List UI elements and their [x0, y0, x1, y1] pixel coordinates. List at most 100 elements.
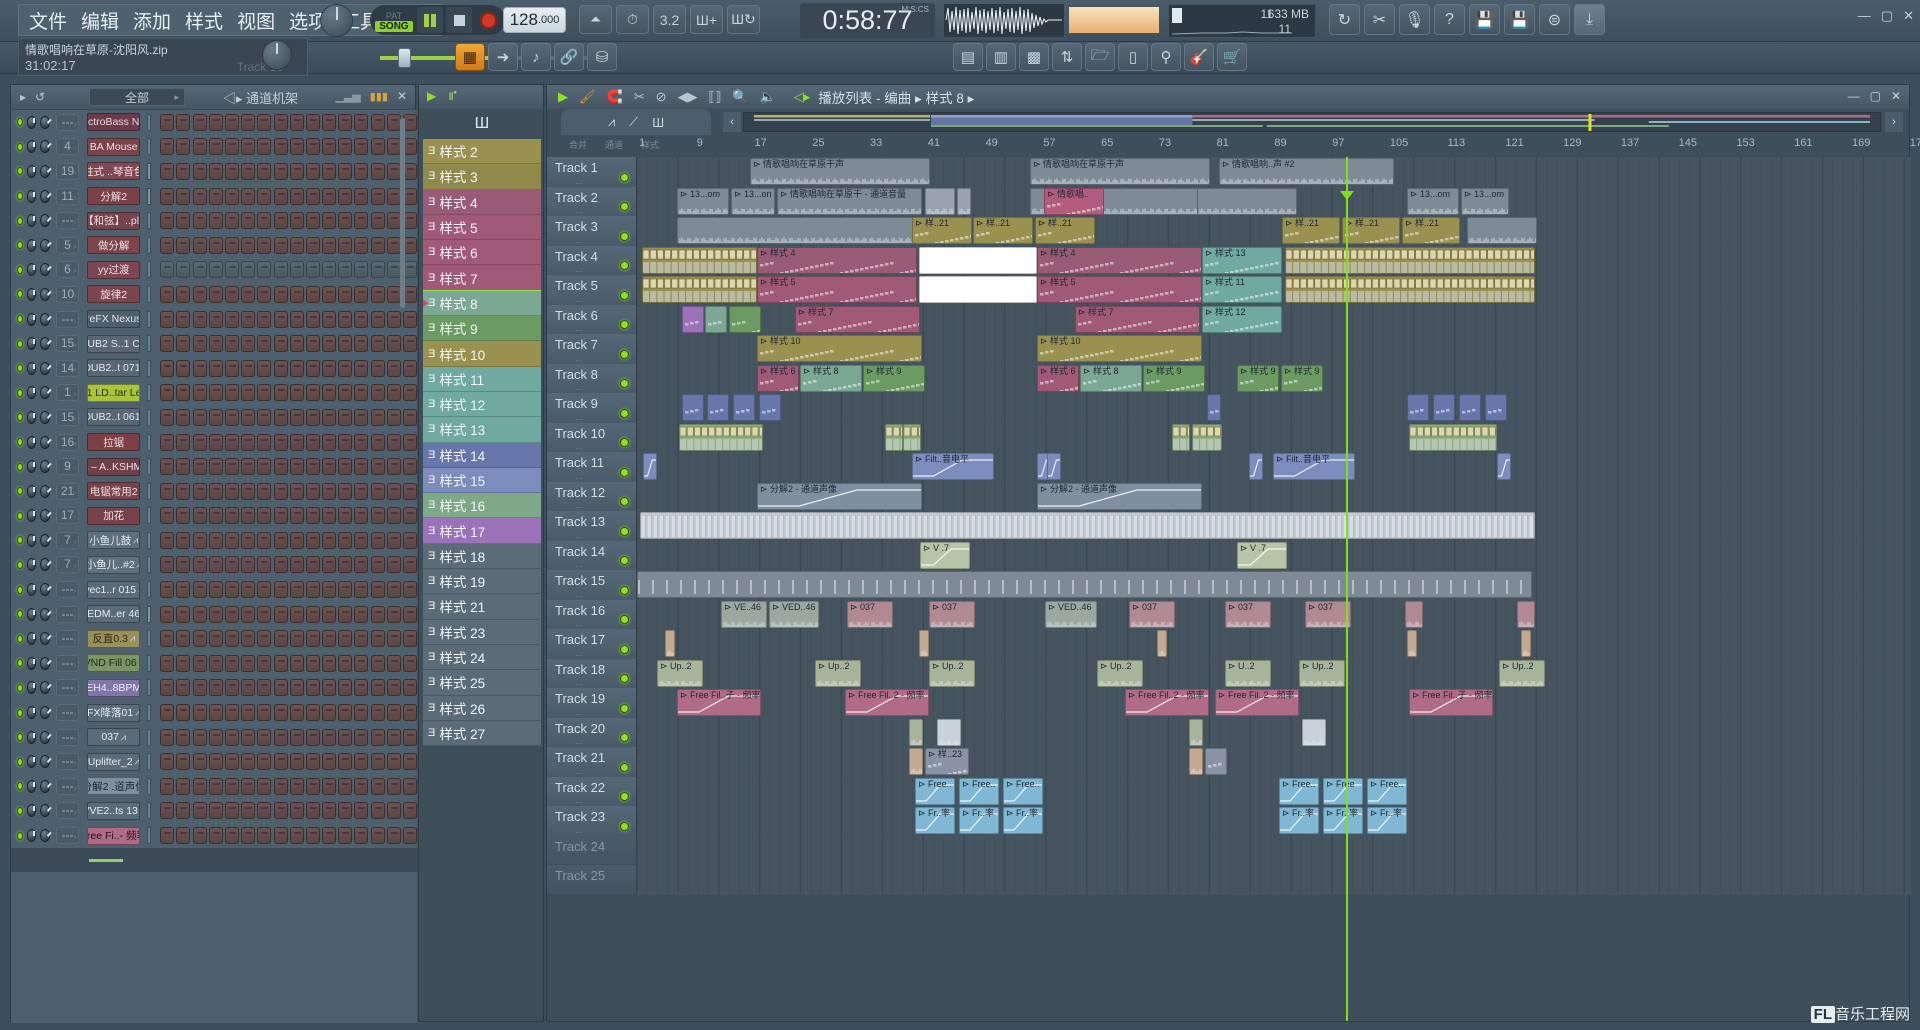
- step-button[interactable]: [176, 212, 191, 230]
- channel-volume-knob[interactable]: [40, 755, 52, 769]
- step-button[interactable]: [208, 138, 223, 156]
- track-header[interactable]: Track 9...: [547, 393, 637, 423]
- step-button[interactable]: [338, 408, 353, 426]
- pattern-list-item[interactable]: Ǝ 样式 16: [423, 493, 541, 519]
- step-button[interactable]: [403, 458, 417, 476]
- step-button[interactable]: [176, 654, 191, 672]
- channel-mixer-track[interactable]: 1 ›: [55, 384, 80, 402]
- channel-name-button[interactable]: BA Mouse: [87, 137, 141, 156]
- channel-name-button[interactable]: 分解2: [87, 187, 141, 206]
- step-button[interactable]: [176, 285, 191, 303]
- step-button[interactable]: [257, 679, 272, 697]
- step-button[interactable]: [305, 728, 320, 746]
- playlist-clip[interactable]: [1485, 394, 1507, 421]
- step-button[interactable]: [241, 704, 256, 722]
- step-button[interactable]: [386, 113, 401, 131]
- step-button[interactable]: [354, 458, 369, 476]
- step-button[interactable]: [208, 728, 223, 746]
- playlist-clip[interactable]: ⊳ 样式 12: [1202, 305, 1282, 333]
- track-lane[interactable]: [636, 629, 1911, 659]
- step-button[interactable]: [192, 433, 207, 451]
- channel-row[interactable]: --- › FX降落01 ⩘: [11, 700, 417, 725]
- scroll-left-button[interactable]: ‹: [723, 112, 741, 132]
- channel-name-button[interactable]: BA – A..KSHMR]: [87, 457, 141, 476]
- track-lane[interactable]: [636, 511, 1911, 541]
- step-button[interactable]: [403, 679, 417, 697]
- step-button[interactable]: [403, 113, 417, 131]
- step-button[interactable]: [241, 113, 256, 131]
- track-lane[interactable]: ⊳ 样式 10 ⊳ 样式 10: [636, 334, 1911, 364]
- step-button[interactable]: [241, 187, 256, 205]
- track-lane[interactable]: ⊳ Free Fil..子 - 频率 ⊳ Free Fil..2 - 频率 ⊳ Fr…: [636, 688, 1911, 718]
- track-enable-led[interactable]: [620, 231, 629, 241]
- step-button[interactable]: [289, 236, 304, 254]
- step-sequencer-row[interactable]: [160, 458, 417, 476]
- step-button[interactable]: [208, 433, 223, 451]
- playlist-clip[interactable]: ⊳ VED..46: [1045, 600, 1097, 628]
- step-button[interactable]: [322, 187, 337, 205]
- step-button[interactable]: [386, 359, 401, 377]
- step-button[interactable]: [354, 162, 369, 180]
- step-button[interactable]: [224, 408, 239, 426]
- playlist-clip[interactable]: ⊳ 13...on: [731, 187, 775, 215]
- step-button[interactable]: [224, 359, 239, 377]
- step-button[interactable]: [386, 581, 401, 599]
- playlist-track-row[interactable]: Track 17...: [547, 629, 1911, 659]
- step-button[interactable]: [386, 162, 401, 180]
- step-button[interactable]: [370, 138, 385, 156]
- step-button[interactable]: [160, 458, 175, 476]
- channel-volume-knob[interactable]: [40, 730, 52, 744]
- playlist-clip[interactable]: [1407, 394, 1429, 421]
- channel-mixer-track[interactable]: 7 ›: [55, 531, 80, 549]
- step-button[interactable]: [241, 458, 256, 476]
- pattern-list-item[interactable]: Ǝ 样式 21: [423, 594, 541, 620]
- channel-name-button[interactable]: 小鱼儿..#2⩘: [87, 555, 141, 574]
- channel-mixer-track[interactable]: --- ›: [55, 605, 80, 623]
- step-button[interactable]: [160, 113, 175, 131]
- track-enable-led[interactable]: [620, 202, 629, 211]
- step-button[interactable]: [305, 482, 320, 500]
- step-button[interactable]: [224, 753, 239, 771]
- playlist-clip[interactable]: ⊳ Free Fil..2 - 频率: [1215, 689, 1299, 716]
- pattern-list-item[interactable]: Ǝ 样式 6: [423, 240, 541, 266]
- plugin-icon[interactable]: ⚲: [1151, 43, 1181, 71]
- step-button[interactable]: [176, 359, 191, 377]
- slip-icon[interactable]: ◀▶: [678, 89, 698, 105]
- playlist-clip[interactable]: [919, 246, 1037, 274]
- step-button[interactable]: [322, 728, 337, 746]
- step-button[interactable]: [289, 187, 304, 205]
- step-button[interactable]: [338, 261, 353, 279]
- step-button[interactable]: [176, 802, 191, 820]
- channel-row[interactable]: ---› VVE2..ts 13⩘: [11, 799, 417, 824]
- channel-mixer-track[interactable]: 21 ›: [55, 482, 80, 500]
- pattern-list-item[interactable]: Ǝ 样式 5: [423, 214, 541, 241]
- track-enable-led[interactable]: [620, 408, 629, 418]
- step-button[interactable]: [338, 531, 353, 549]
- channel-enable-led[interactable]: [17, 659, 24, 668]
- channel-pan-knob[interactable]: [27, 312, 37, 326]
- step-button[interactable]: [257, 458, 272, 476]
- undo-icon[interactable]: ↺: [35, 90, 45, 104]
- playlist-clip[interactable]: [637, 571, 1532, 598]
- track-header[interactable]: Track 21...: [547, 747, 637, 777]
- playlist-clip[interactable]: [640, 512, 1535, 539]
- channel-row[interactable]: 21 › 电锯常用2: [11, 479, 417, 504]
- wave-icon[interactable]: ⩘: [608, 114, 615, 130]
- step-button[interactable]: [338, 679, 353, 697]
- step-button[interactable]: [208, 777, 223, 795]
- playlist-track-row[interactable]: Track 7... ⊳ 样式 10 ⊳ 样式 10: [547, 334, 1911, 364]
- step-button[interactable]: [289, 285, 304, 303]
- menu-item-add[interactable]: 添加: [133, 7, 171, 34]
- step-button[interactable]: [305, 261, 320, 279]
- channel-enable-led[interactable]: [17, 634, 24, 643]
- step-button[interactable]: [386, 753, 401, 771]
- track-enable-led[interactable]: [620, 497, 629, 506]
- playlist-play-icon[interactable]: ◁▸: [794, 89, 811, 105]
- step-button[interactable]: [338, 113, 353, 131]
- playlist-clip[interactable]: ⊳ Fr..率: [1323, 807, 1363, 834]
- channel-name-button[interactable]: 【和弦】..plit: [87, 211, 141, 230]
- playlist-track-row[interactable]: Track 18... ⊳ Up..2 ⊳ Up..2 ⊳ Up..2 ⊳ Up..2 ⊳…: [547, 658, 1911, 688]
- step-button[interactable]: [257, 777, 272, 795]
- step-sequencer-row[interactable]: [160, 384, 417, 402]
- step-button[interactable]: [354, 802, 369, 820]
